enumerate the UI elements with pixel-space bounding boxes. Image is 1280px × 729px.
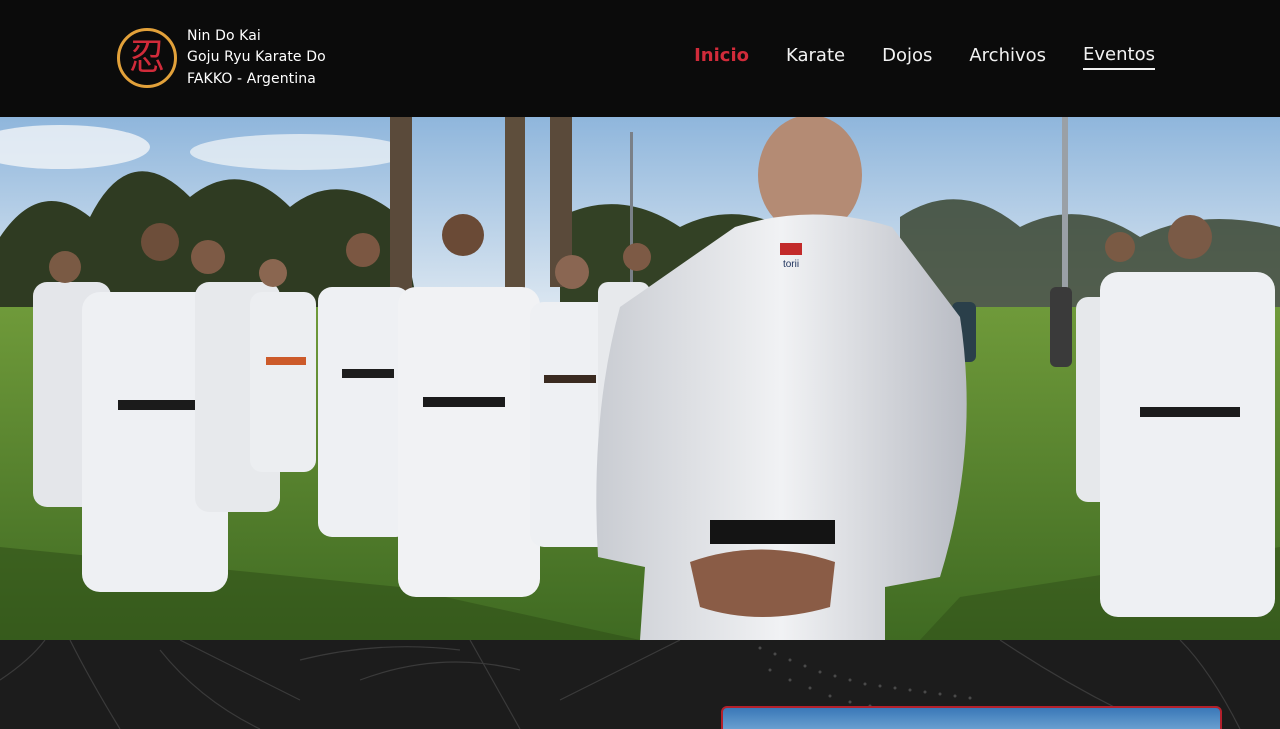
hero-image: torii	[0, 117, 1280, 640]
event-preview-card[interactable]	[721, 706, 1222, 729]
nav-dojos[interactable]: Dojos	[882, 45, 932, 69]
brand-text: Nin Do Kai Goju Ryu Karate Do FAKKO - Ar…	[187, 26, 326, 91]
brand-home-link[interactable]: 忍 Nin Do Kai Goju Ryu Karate Do FAKKO - …	[117, 26, 326, 90]
nav-archivos[interactable]: Archivos	[969, 45, 1046, 69]
brand-federation: FAKKO - Argentina	[187, 70, 316, 87]
gi-patch-text: torii	[783, 259, 799, 270]
shinobi-kanji-logo-icon: 忍	[117, 28, 177, 88]
logo-glyph: 忍	[128, 37, 165, 78]
karate-group-photo: torii	[0, 117, 1280, 640]
main-nav: Inicio Karate Dojos Archivos Eventos	[694, 44, 1155, 70]
nav-inicio[interactable]: Inicio	[694, 45, 749, 69]
site-header: 忍 Nin Do Kai Goju Ryu Karate Do FAKKO - …	[0, 0, 1280, 117]
content-section	[0, 640, 1280, 729]
nav-karate[interactable]: Karate	[786, 45, 845, 69]
brand-style: Goju Ryu Karate Do	[187, 49, 326, 66]
nav-eventos[interactable]: Eventos	[1083, 44, 1155, 70]
brand-name: Nin Do Kai	[187, 27, 261, 44]
